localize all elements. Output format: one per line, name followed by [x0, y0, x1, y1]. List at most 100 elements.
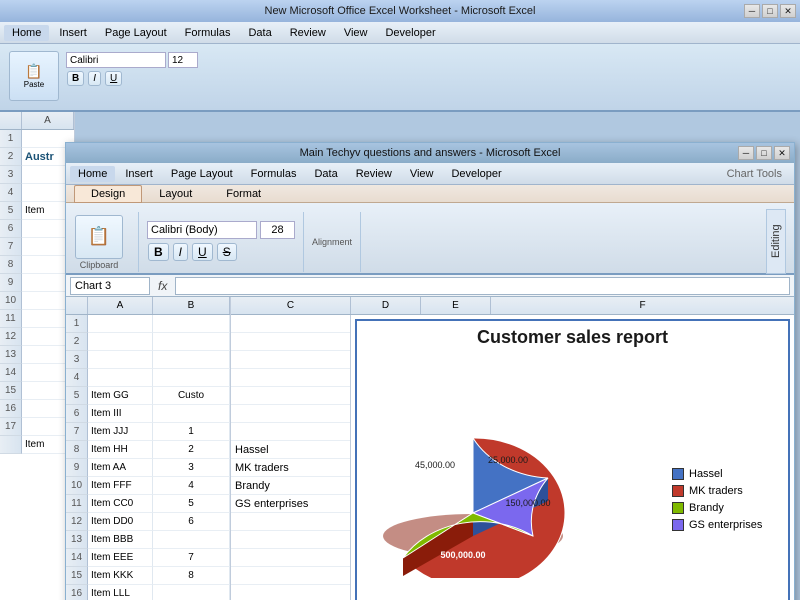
cell-a-12[interactable]: Item DD0	[88, 513, 153, 531]
cell-a-7[interactable]: Item JJJ	[88, 423, 153, 441]
name-box[interactable]: Chart 3	[70, 277, 150, 295]
cell-c-14[interactable]	[231, 549, 350, 567]
cell-c-11[interactable]: GS enterprises	[231, 495, 350, 513]
cell-c-12[interactable]	[231, 513, 350, 531]
chart-region: Customer sales report	[351, 315, 794, 600]
cell-c-5[interactable]	[231, 387, 350, 405]
inner-minimize-btn[interactable]: ─	[738, 146, 754, 160]
cell-c-16[interactable]	[231, 585, 350, 600]
cell-a-2[interactable]	[88, 333, 153, 351]
cell-c-6[interactable]	[231, 405, 350, 423]
cell-c-8[interactable]: Hassel	[231, 441, 350, 459]
bg-bold-btn[interactable]: B	[67, 71, 84, 86]
cell-c-9[interactable]: MK traders	[231, 459, 350, 477]
inner-menu-view[interactable]: View	[402, 166, 442, 182]
cell-a-5[interactable]: Item GG	[88, 387, 153, 405]
bg-menu-pagelayout[interactable]: Page Layout	[97, 25, 175, 41]
bg-font-size[interactable]: 12	[168, 52, 198, 68]
font-size-box[interactable]: 28	[260, 221, 295, 239]
cell-c-15[interactable]	[231, 567, 350, 585]
row-4: 4	[66, 369, 230, 387]
cell-a-8[interactable]: Item HH	[88, 441, 153, 459]
bg-underline-btn[interactable]: U	[105, 71, 122, 86]
inner-maximize-btn[interactable]: □	[756, 146, 772, 160]
bg-window-controls[interactable]: ─ □ ✕	[744, 4, 796, 18]
cell-b-6[interactable]	[153, 405, 230, 423]
cell-c-4[interactable]	[231, 369, 350, 387]
cell-a-11[interactable]: Item CC0	[88, 495, 153, 513]
alignment-group: Alignment	[312, 237, 352, 247]
bg-menu-developer[interactable]: Developer	[377, 25, 443, 41]
underline-btn[interactable]: U	[192, 243, 213, 261]
ribbon-divider-3	[360, 212, 361, 272]
cell-a-14[interactable]: Item EEE	[88, 549, 153, 567]
row-1: 1	[66, 315, 230, 333]
cell-b-7[interactable]: 1	[153, 423, 230, 441]
bg-paste-btn[interactable]: 📋Paste	[9, 51, 59, 101]
bg-font-name[interactable]: Calibri	[66, 52, 166, 68]
cell-b-8[interactable]: 2	[153, 441, 230, 459]
inner-close-btn[interactable]: ✕	[774, 146, 790, 160]
formula-input[interactable]	[175, 277, 790, 295]
inner-menu-insert[interactable]: Insert	[117, 166, 161, 182]
cell-b-11[interactable]: 5	[153, 495, 230, 513]
bg-menu-formulas[interactable]: Formulas	[177, 25, 239, 41]
cell-a-9[interactable]: Item AA	[88, 459, 153, 477]
cell-b-16[interactable]	[153, 585, 230, 600]
cell-a-1[interactable]	[88, 315, 153, 333]
chart-title: Customer sales report	[363, 327, 782, 348]
inner-menu-pagelayout[interactable]: Page Layout	[163, 166, 241, 182]
inner-menu-developer[interactable]: Developer	[443, 166, 509, 182]
cell-a-13[interactable]: Item BBB	[88, 531, 153, 549]
row-3: 3	[66, 351, 230, 369]
chart-layout-tab[interactable]: Layout	[142, 185, 209, 203]
cell-c-1[interactable]	[231, 315, 350, 333]
cell-c-7[interactable]	[231, 423, 350, 441]
font-name-box[interactable]: Calibri (Body)	[147, 221, 257, 239]
bg-menu-view[interactable]: View	[336, 25, 376, 41]
cell-a-6[interactable]: Item III	[88, 405, 153, 423]
cell-c-13[interactable]	[231, 531, 350, 549]
cell-b-4[interactable]	[153, 369, 230, 387]
cell-b-2[interactable]	[153, 333, 230, 351]
cell-a-10[interactable]: Item FFF	[88, 477, 153, 495]
cell-a-16[interactable]: Item LLL	[88, 585, 153, 600]
inner-menu-formulas[interactable]: Formulas	[243, 166, 305, 182]
cell-c-10[interactable]: Brandy	[231, 477, 350, 495]
cell-b-5[interactable]: Custo	[153, 387, 230, 405]
row-13: 13 Item BBB	[66, 531, 230, 549]
bg-italic-btn[interactable]: I	[88, 71, 101, 86]
minimize-button[interactable]: ─	[744, 4, 760, 18]
inner-paste-btn[interactable]: 📋	[75, 215, 123, 259]
inner-window-controls[interactable]: ─ □ ✕	[738, 146, 790, 160]
cell-b-1[interactable]	[153, 315, 230, 333]
bg-menu-home[interactable]: Home	[4, 25, 49, 41]
cell-a-4[interactable]	[88, 369, 153, 387]
inner-menu-review[interactable]: Review	[348, 166, 400, 182]
bg-menu-data[interactable]: Data	[240, 25, 279, 41]
maximize-button[interactable]: □	[762, 4, 778, 18]
close-button[interactable]: ✕	[780, 4, 796, 18]
cell-b-13[interactable]	[153, 531, 230, 549]
cell-b-3[interactable]	[153, 351, 230, 369]
cell-b-14[interactable]: 7	[153, 549, 230, 567]
cell-a-3[interactable]	[88, 351, 153, 369]
bg-menu-review[interactable]: Review	[282, 25, 334, 41]
italic-btn[interactable]: I	[173, 243, 188, 261]
cell-b-12[interactable]: 6	[153, 513, 230, 531]
bold-btn[interactable]: B	[148, 243, 169, 261]
bg-menu-insert[interactable]: Insert	[51, 25, 95, 41]
chart-format-tab[interactable]: Format	[209, 185, 278, 203]
chart-box[interactable]: Customer sales report	[355, 319, 790, 600]
cell-b-10[interactable]: 4	[153, 477, 230, 495]
cell-c-3[interactable]	[231, 351, 350, 369]
cell-c-2[interactable]	[231, 333, 350, 351]
cell-a-15[interactable]: Item KKK	[88, 567, 153, 585]
inner-menu-data[interactable]: Data	[306, 166, 345, 182]
cell-b-9[interactable]: 3	[153, 459, 230, 477]
inner-menu-home[interactable]: Home	[70, 166, 115, 182]
cell-b-15[interactable]: 8	[153, 567, 230, 585]
row-num-4: 4	[66, 369, 88, 387]
chart-design-tab[interactable]: Design	[74, 185, 142, 203]
strikethrough-btn[interactable]: S	[217, 243, 237, 261]
